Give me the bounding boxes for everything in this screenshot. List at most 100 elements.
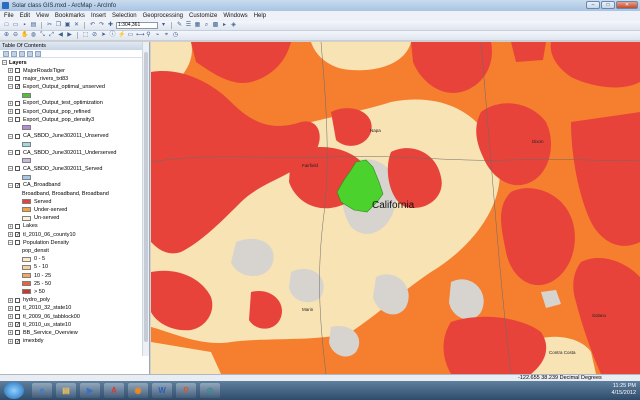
legend-class[interactable]: 25 - 50 <box>22 280 51 287</box>
expand-icon[interactable]: + <box>8 76 13 82</box>
expand-icon[interactable]: + <box>8 232 13 237</box>
symbol-swatch[interactable] <box>22 174 31 180</box>
layer-visibility-checkbox[interactable]: ✓ <box>15 232 20 238</box>
layer-row[interactable]: − CA_SBDD_June302011_Unserved <box>8 133 109 140</box>
layer-visibility-checkbox[interactable] <box>15 133 20 139</box>
forward-icon[interactable]: ▶ <box>66 32 73 39</box>
paste-icon[interactable]: ▣ <box>64 22 71 29</box>
collapse-icon[interactable]: − <box>2 60 7 65</box>
symbol-swatch[interactable] <box>22 141 31 147</box>
ie-icon[interactable]: e <box>32 383 52 398</box>
layer-row[interactable]: − CA_SBDD_June302011_Served <box>8 165 102 172</box>
list-by-selection-icon[interactable] <box>27 50 33 57</box>
expand-icon[interactable]: + <box>8 223 13 229</box>
collapse-icon[interactable]: − <box>8 240 13 246</box>
pan-icon[interactable]: ✋ <box>21 32 28 39</box>
layer-visibility-checkbox[interactable]: ✓ <box>15 84 20 90</box>
layer-symbol[interactable] <box>22 174 34 181</box>
fixed-zoom-out-icon[interactable]: ⤢ <box>48 32 55 39</box>
collapse-icon[interactable]: − <box>8 150 13 155</box>
map-view[interactable]: Fairfield Napa Dixon Solano Contra Costa… <box>151 42 640 374</box>
minimize-button[interactable]: – <box>586 1 600 9</box>
expand-icon[interactable]: + <box>8 297 13 303</box>
arctoolbox-icon[interactable]: ▩ <box>212 22 219 29</box>
time-slider-icon[interactable]: ◷ <box>172 32 179 39</box>
pdf-icon[interactable]: A <box>104 383 124 398</box>
full-extent-icon[interactable]: ◍ <box>30 32 37 39</box>
layer-visibility-checkbox[interactable] <box>15 240 20 246</box>
select-features-icon[interactable]: ⬚ <box>82 32 89 39</box>
system-clock[interactable]: 11:25 PM 4/15/2012 <box>612 383 636 397</box>
find-icon[interactable]: ⚲ <box>145 32 152 39</box>
layer-row[interactable]: − ✓ CA_Broadband <box>8 182 61 189</box>
layer-visibility-checkbox[interactable]: ✓ <box>15 322 20 328</box>
layer-visibility-checkbox[interactable] <box>15 166 20 172</box>
legend-swatch[interactable] <box>22 256 31 262</box>
back-icon[interactable]: ◀ <box>57 32 64 39</box>
search-icon[interactable]: ⌕ <box>203 22 210 29</box>
layer-visibility-checkbox[interactable] <box>15 314 20 319</box>
layer-visibility-checkbox[interactable] <box>15 117 20 123</box>
layer-row[interactable]: + MajorRoadsTiger <box>8 67 65 74</box>
layer-row[interactable]: + Export_Output_test_optimization <box>8 100 103 107</box>
measure-icon[interactable]: ⟷ <box>136 32 145 39</box>
layer-visibility-checkbox[interactable] <box>15 330 20 336</box>
legend-class[interactable]: 10 - 25 <box>22 272 51 279</box>
copy-icon[interactable]: ❐ <box>55 22 62 29</box>
maximize-button[interactable]: □ <box>601 1 615 9</box>
layer-visibility-checkbox[interactable]: ✓ <box>15 338 20 344</box>
zoom-out-icon[interactable]: ⊖ <box>12 32 19 39</box>
layers-root[interactable]: − Layers <box>2 59 27 66</box>
media-icon[interactable]: ▶ <box>80 383 100 398</box>
expand-icon[interactable]: + <box>8 305 13 311</box>
identify-icon[interactable]: ⓘ <box>109 32 116 39</box>
editor-icon[interactable]: ✎ <box>176 22 183 29</box>
menu-view[interactable]: View <box>36 13 49 19</box>
hyperlink-icon[interactable]: ⚡ <box>118 32 125 39</box>
legend-class[interactable]: > 50 <box>22 288 45 295</box>
layer-row[interactable]: + hydro_poly <box>8 297 50 304</box>
route-icon[interactable]: ⌁ <box>154 32 161 39</box>
explorer-icon[interactable]: ▤ <box>56 383 76 398</box>
expand-icon[interactable]: + <box>8 100 13 106</box>
firefox-icon[interactable]: ◉ <box>128 383 148 398</box>
python-icon[interactable]: ▸ <box>221 22 228 29</box>
go-to-xy-icon[interactable]: ⌖ <box>163 32 170 39</box>
collapse-icon[interactable]: − <box>8 84 13 90</box>
layer-row[interactable]: + ✓ imexbdy <box>8 338 43 345</box>
symbol-swatch[interactable] <box>22 125 31 131</box>
html-popup-icon[interactable]: ▭ <box>127 32 134 39</box>
layer-visibility-checkbox[interactable] <box>15 100 20 106</box>
layer-row[interactable]: − Population Density <box>8 239 69 246</box>
layer-symbol[interactable] <box>22 141 34 148</box>
menu-edit[interactable]: Edit <box>20 13 30 19</box>
symbol-swatch[interactable] <box>22 92 31 98</box>
legend-swatch[interactable] <box>22 281 31 287</box>
zoom-in-icon[interactable]: ⊕ <box>3 32 10 39</box>
catalog-icon[interactable]: ▦ <box>194 22 201 29</box>
legend-class[interactable]: 0 - 5 <box>22 256 45 263</box>
layer-visibility-checkbox[interactable] <box>15 223 20 229</box>
powerpoint-icon[interactable]: P <box>176 383 196 398</box>
menu-windows[interactable]: Windows <box>223 13 247 19</box>
layer-row[interactable]: + tl_2010_32_state10 <box>8 305 71 312</box>
open-icon[interactable]: ▭ <box>12 22 19 29</box>
list-by-source-icon[interactable] <box>11 50 17 57</box>
legend-swatch[interactable] <box>22 264 31 270</box>
start-button[interactable] <box>4 382 24 399</box>
layer-row[interactable]: + ✓ tl_2010_us_state10 <box>8 321 71 328</box>
legend-class[interactable]: Under-served <box>22 206 67 213</box>
collapse-icon[interactable]: − <box>8 133 13 139</box>
fixed-zoom-in-icon[interactable]: ⤡ <box>39 32 46 39</box>
expand-icon[interactable]: + <box>8 109 13 114</box>
layer-row[interactable]: − ✓ Export_Output_optimal_unserved <box>8 83 105 90</box>
layer-visibility-checkbox[interactable] <box>15 68 20 73</box>
close-button[interactable]: ✕ <box>616 1 638 9</box>
layer-row[interactable]: + tl_2009_06_tabblock00 <box>8 313 80 320</box>
legend-swatch[interactable] <box>22 207 31 213</box>
layer-row[interactable]: + major_rivers_txt83 <box>8 75 68 82</box>
expand-icon[interactable]: + <box>8 322 13 328</box>
layer-row[interactable]: − Export_Output_pop_density3 <box>8 116 94 123</box>
collapse-icon[interactable]: − <box>8 117 13 123</box>
layer-row[interactable]: − CA_SBDD_June302011_Underserved <box>8 149 116 156</box>
